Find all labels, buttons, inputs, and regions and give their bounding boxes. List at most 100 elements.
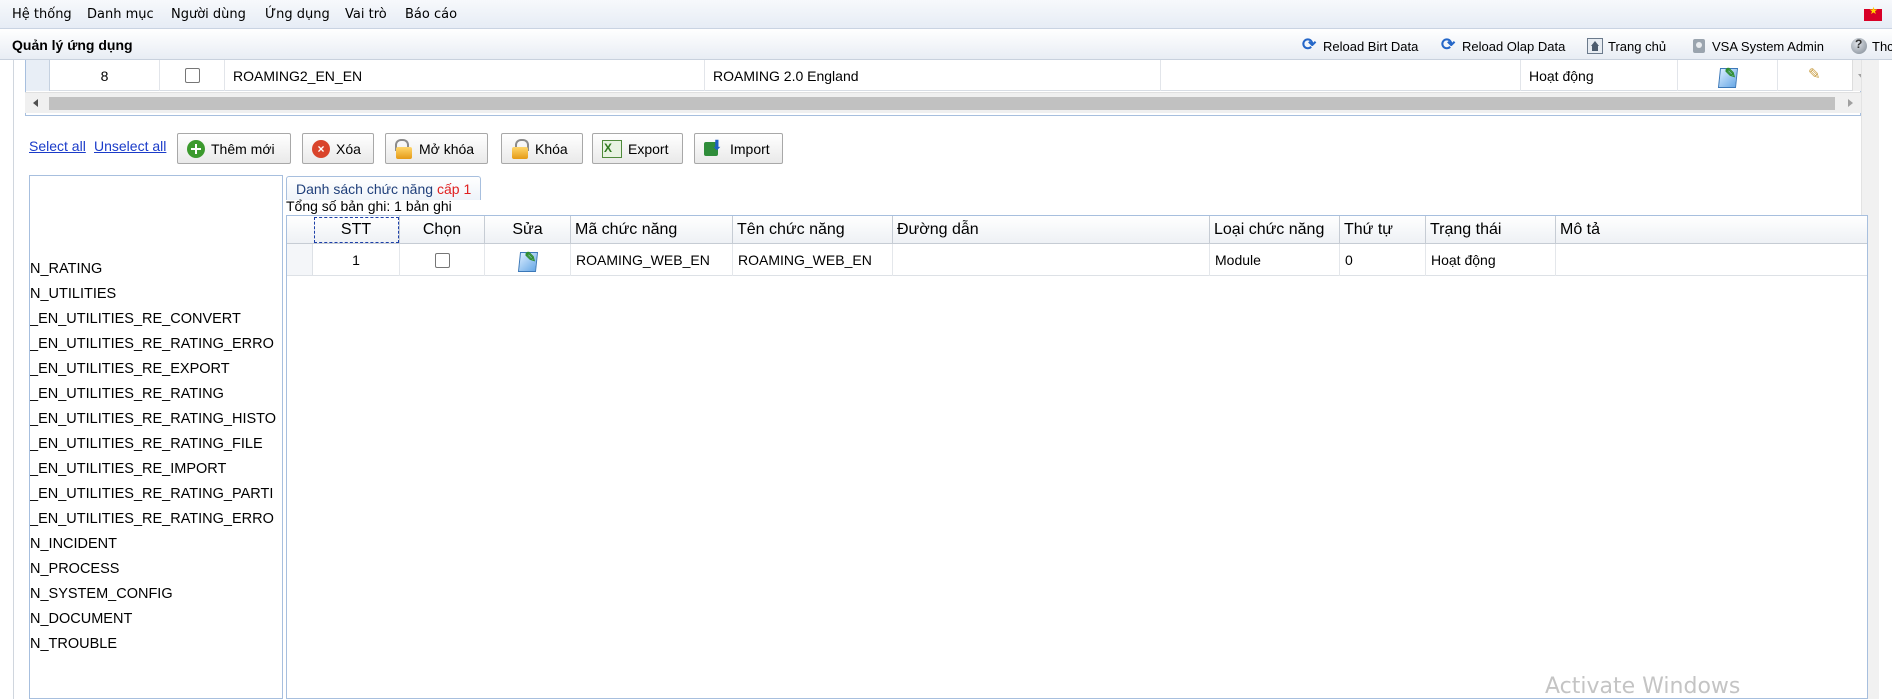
tree-node[interactable]: _EN_UTILITIES_RE_RATING_FILE (30, 436, 263, 452)
tree-node[interactable]: N_SYSTEM_CONFIG (30, 586, 173, 602)
col-header-order[interactable]: Thứ tự (1340, 216, 1426, 244)
tree-node[interactable]: N_PROCESS (30, 561, 119, 577)
app-code: ROAMING2_EN_EN (225, 60, 705, 91)
col-header-path[interactable]: Đường dẫn (893, 216, 1210, 244)
cell-path (893, 244, 1210, 276)
excel-icon (602, 139, 622, 158)
function-grid: STT Chọn Sửa Mã chức năng Tên chức năng … (286, 215, 1868, 699)
app-root: Hệ thống Danh mục Người dùng Ứng dụng Va… (0, 0, 1892, 699)
cell-status: Hoạt động (1426, 244, 1556, 276)
home-link[interactable]: Trang chủ (1587, 37, 1666, 55)
help-label: Thc (1872, 38, 1892, 54)
app-status: Hoạt động (1521, 60, 1678, 91)
tab-label: Danh sách chức năng (296, 180, 434, 197)
main-menu-bar: Hệ thống Danh mục Người dùng Ứng dụng Va… (0, 0, 1892, 29)
add-icon (187, 139, 205, 158)
pencil-icon[interactable] (1806, 65, 1824, 85)
unlock-button-label: Mở khóa (419, 140, 475, 157)
col-header-edit[interactable]: Sửa (485, 216, 571, 244)
row-checkbox[interactable] (434, 252, 450, 268)
delete-icon: × (312, 139, 330, 158)
menu-item-roles[interactable]: Vai trò (345, 7, 387, 22)
add-button[interactable]: Thêm mới (177, 133, 291, 164)
import-button[interactable]: Import (694, 133, 783, 164)
tree-node[interactable]: N_INCIDENT (30, 536, 117, 552)
cell-name: ROAMING_WEB_EN (733, 244, 893, 276)
select-all-link[interactable]: Select all (29, 138, 86, 154)
tab-level: cấp 1 (437, 180, 472, 197)
menu-item-users[interactable]: Người dùng (171, 7, 246, 22)
lock-button[interactable]: Khóa (501, 133, 583, 164)
horizontal-scrollbar[interactable] (25, 92, 1861, 113)
col-header-type[interactable]: Loại chức năng (1210, 216, 1340, 244)
cell-edit (485, 244, 571, 276)
col-header-name[interactable]: Tên chức năng (733, 216, 893, 244)
col-header-code[interactable]: Mã chức năng (571, 216, 733, 244)
help-link[interactable]: Thc (1851, 37, 1892, 55)
unselect-all-link[interactable]: Unselect all (94, 138, 166, 154)
tree-node[interactable]: _EN_UTILITIES_RE_RATING_ERRO (30, 336, 274, 352)
reload-birt-label: Reload Birt Data (1323, 38, 1419, 54)
tree-node[interactable]: N_UTILITIES (30, 286, 116, 302)
import-button-label: Import (730, 140, 770, 157)
page-title: Quản lý ứng dụng (12, 37, 133, 53)
tree-node[interactable]: _EN_UTILITIES_RE_RATING (30, 386, 224, 402)
delete-button[interactable]: × Xóa (302, 133, 374, 164)
row-index: 8 (50, 60, 160, 91)
pencil-cell (1778, 60, 1852, 91)
user-link[interactable]: VSA System Admin (1691, 37, 1824, 55)
page-header: Quản lý ứng dụng Reload Birt Data Reload… (0, 29, 1892, 60)
user-icon (1691, 38, 1707, 54)
cell-description (1556, 244, 1867, 276)
scroll-right-arrow[interactable] (1848, 99, 1853, 107)
reload-birt-link[interactable]: Reload Birt Data (1302, 35, 1419, 55)
table-row[interactable]: 1 ROAMING_WEB_EN ROAMING_WEB_EN Module 0… (287, 244, 1867, 276)
col-header-description[interactable]: Mô tả (1556, 216, 1867, 244)
menu-item-catalog[interactable]: Danh mục (87, 7, 154, 22)
menu-item-applications[interactable]: Ứng dụng (265, 7, 330, 22)
tree-node[interactable]: _EN_UTILITIES_RE_IMPORT (30, 461, 226, 477)
edit-icon[interactable] (517, 249, 539, 271)
reload-olap-link[interactable]: Reload Olap Data (1441, 35, 1566, 55)
help-icon (1851, 37, 1867, 54)
tree-node[interactable]: _EN_UTILITIES_RE_CONVERT (30, 311, 241, 327)
tree-node[interactable]: _EN_UTILITIES_RE_RATING_PARTI (30, 486, 273, 502)
unlock-icon (395, 138, 413, 159)
col-header-stt[interactable]: STT (313, 216, 400, 244)
user-label: VSA System Admin (1712, 38, 1824, 54)
reload-olap-label: Reload Olap Data (1462, 38, 1566, 54)
col-header-select[interactable]: Chọn (400, 216, 485, 244)
cell-select (400, 244, 485, 276)
menu-item-reports[interactable]: Báo cáo (405, 7, 457, 22)
import-icon (704, 137, 724, 159)
tree-node[interactable]: N_RATING (30, 261, 102, 277)
edit-icon[interactable] (1717, 65, 1739, 87)
export-button-label: Export (628, 140, 669, 157)
col-header-status[interactable]: Trạng thái (1426, 216, 1556, 244)
tree-node[interactable]: _EN_UTILITIES_RE_EXPORT (30, 361, 230, 377)
vietnam-flag-icon[interactable] (1864, 6, 1882, 21)
home-icon (1587, 38, 1603, 54)
scroll-thumb[interactable] (49, 97, 1835, 110)
tree-node[interactable]: _EN_UTILITIES_RE_RATING_ERRO (30, 511, 274, 527)
row-select-cell (160, 60, 225, 91)
app-description (1161, 60, 1521, 91)
lock-icon (511, 138, 529, 159)
tab-function-list[interactable]: Danh sách chức năng cấp 1 (286, 176, 482, 200)
scroll-left-arrow[interactable] (33, 99, 38, 107)
tree-node[interactable]: N_DOCUMENT (30, 611, 132, 627)
left-border-line (13, 60, 14, 699)
tree-node[interactable]: N_TROUBLE (30, 636, 117, 652)
row-checkbox[interactable] (184, 68, 200, 83)
record-count: Tổng số bản ghi: 1 bản ghi (286, 198, 452, 214)
row-selector[interactable] (26, 60, 50, 91)
unlock-button[interactable]: Mở khóa (385, 133, 488, 164)
table-row[interactable]: 8 ROAMING2_EN_EN ROAMING 2.0 England Hoạ… (26, 60, 1870, 91)
grid-header: STT Chọn Sửa Mã chức năng Tên chức năng … (287, 216, 1867, 244)
delete-button-label: Xóa (336, 140, 361, 157)
export-button[interactable]: Export (592, 133, 683, 164)
tree-node[interactable]: _EN_UTILITIES_RE_RATING_HISTO (30, 411, 276, 427)
windows-activation-watermark: Activate Windows (1545, 674, 1741, 699)
cell-code: ROAMING_WEB_EN (571, 244, 733, 276)
menu-item-system[interactable]: Hệ thống (12, 7, 72, 22)
